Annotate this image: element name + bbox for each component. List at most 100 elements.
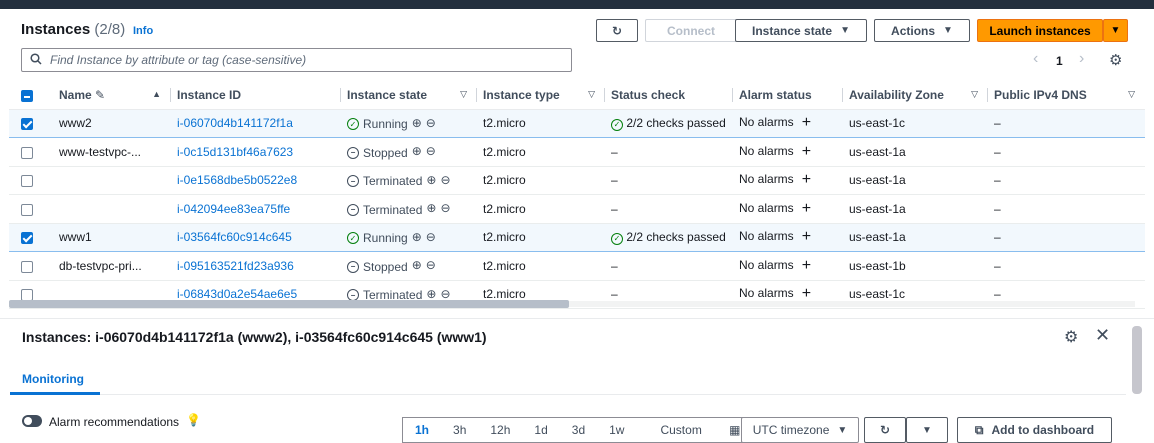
- col-status-check[interactable]: Status check: [605, 81, 733, 110]
- col-type-label: Instance type: [483, 87, 560, 102]
- add-alarm-icon[interactable]: +: [802, 114, 811, 131]
- chevron-down-icon: ▼: [922, 424, 932, 436]
- zoom-out-icon[interactable]: ⊖: [440, 201, 450, 215]
- range-12h[interactable]: 12h: [478, 423, 522, 437]
- range-3h[interactable]: 3h: [441, 423, 478, 437]
- row-checkbox[interactable]: [9, 166, 53, 195]
- range-1h[interactable]: 1h: [403, 423, 441, 437]
- add-alarm-icon[interactable]: +: [802, 200, 811, 217]
- vertical-scrollbar[interactable]: [1130, 322, 1144, 442]
- col-dns-label: Public IPv4 DNS: [994, 87, 1087, 102]
- public-dns: –: [988, 222, 1145, 252]
- horizontal-scrollbar[interactable]: [9, 299, 1145, 309]
- row-checkbox[interactable]: [9, 194, 53, 224]
- pagination-prev[interactable]: ‹: [1033, 50, 1038, 68]
- row-checkbox[interactable]: [9, 222, 53, 252]
- col-alarm-status[interactable]: Alarm status: [733, 81, 843, 110]
- table-row[interactable]: i-042094ee83ea75ffe − Terminated ⊕ ⊖ t2.micro…: [9, 194, 1145, 224]
- refresh-options-button[interactable]: ▼: [906, 417, 948, 443]
- row-checkbox[interactable]: [9, 251, 53, 281]
- select-all-checkbox[interactable]: [9, 81, 53, 110]
- col-instance-id[interactable]: Instance ID: [171, 81, 341, 110]
- alarm-status-text: No alarms: [739, 200, 794, 215]
- chevron-down-icon: ▼: [1110, 25, 1121, 36]
- table-row[interactable]: www2 i-06070d4b141172f1a ✓ Running ⊕ ⊖ t2.micr…: [9, 108, 1145, 138]
- row-checkbox[interactable]: [9, 137, 53, 167]
- zoom-in-icon[interactable]: ⊕: [426, 173, 436, 187]
- table-row[interactable]: www-testvpc-... i-0c15d131bf46a7623− Stopp…: [9, 137, 1145, 167]
- status-check-text: –: [611, 201, 618, 216]
- instance-state-button[interactable]: Instance state ▼: [735, 19, 867, 42]
- availability-zone: us-east-1a: [843, 222, 988, 252]
- actions-button[interactable]: Actions ▼: [874, 19, 970, 42]
- col-name[interactable]: Name ✎ ▲: [53, 81, 171, 110]
- zoom-in-icon[interactable]: ⊕: [412, 144, 422, 158]
- status-check-cell: –: [605, 137, 733, 167]
- instance-id-link[interactable]: i-042094ee83ea75ffe: [171, 194, 341, 224]
- col-name-label: Name: [59, 87, 92, 102]
- detail-panel: Instances: i-06070d4b141172f1a (www2), i…: [0, 318, 1154, 443]
- zoom-in-icon[interactable]: ⊕: [412, 258, 422, 272]
- col-instance-state[interactable]: Instance state ▽: [341, 81, 477, 110]
- launch-dropdown-button[interactable]: ▼: [1103, 19, 1128, 42]
- instance-id-link[interactable]: i-0e1568dbe5b0522e8: [171, 166, 341, 195]
- alarm-status-text: No alarms: [739, 115, 794, 130]
- state-label: Running: [363, 117, 408, 131]
- alarm-recommendations-toggle[interactable]: [22, 415, 42, 427]
- zoom-out-icon[interactable]: ⊖: [426, 258, 436, 272]
- instances-panel: Instances (2/8) Info ↻ Connect Instance …: [9, 9, 1145, 312]
- timezone-select[interactable]: UTC timezone ▼: [741, 417, 859, 443]
- zoom-out-icon[interactable]: ⊖: [426, 230, 436, 244]
- add-alarm-icon[interactable]: +: [802, 143, 811, 160]
- lightbulb-icon: 💡: [186, 413, 201, 427]
- gear-icon[interactable]: ⚙: [1064, 327, 1078, 347]
- state-label: Stopped: [363, 145, 408, 160]
- table-row[interactable]: www1 i-03564fc60c914c645 ✓ Running ⊕ ⊖ t2.micr…: [9, 222, 1145, 252]
- instance-id-link[interactable]: i-06070d4b141172f1a: [171, 108, 341, 138]
- range-1d[interactable]: 1d: [522, 423, 559, 437]
- pencil-icon: ✎: [95, 87, 106, 102]
- scrollbar-thumb[interactable]: [1132, 326, 1142, 394]
- zoom-out-icon[interactable]: ⊖: [426, 144, 436, 158]
- zoom-in-icon[interactable]: ⊕: [426, 201, 436, 215]
- refresh-button[interactable]: ↻: [596, 19, 638, 42]
- range-custom-label: Custom: [660, 423, 702, 437]
- search-input[interactable]: Find Instance by attribute or tag (case-…: [21, 48, 572, 72]
- col-instance-type[interactable]: Instance type ▽: [477, 81, 605, 110]
- pagination-page[interactable]: 1: [1056, 54, 1063, 68]
- row-checkbox[interactable]: [9, 108, 53, 138]
- zoom-out-icon[interactable]: ⊖: [426, 116, 436, 130]
- zoom-in-icon[interactable]: ⊕: [412, 116, 422, 130]
- range-3d[interactable]: 3d: [560, 423, 597, 437]
- add-alarm-icon[interactable]: +: [802, 257, 811, 274]
- add-alarm-icon[interactable]: +: [802, 228, 811, 245]
- instance-id-link[interactable]: i-0c15d131bf46a7623: [171, 137, 341, 167]
- check-circle-icon: ✓: [611, 232, 623, 245]
- table-row[interactable]: i-0e1568dbe5b0522e8− Terminated ⊕ ⊖ t2.micro…: [9, 166, 1145, 195]
- search-placeholder: Find Instance by attribute or tag (case-…: [50, 53, 307, 67]
- scrollbar-thumb[interactable]: [9, 300, 569, 308]
- table-row[interactable]: db-testvpc-pri... i-095163521fd23a936− Sto…: [9, 251, 1145, 281]
- launch-instances-button[interactable]: Launch instances: [977, 19, 1103, 42]
- connect-button[interactable]: Connect: [645, 19, 737, 42]
- col-availability-zone[interactable]: Availability Zone ▽: [843, 81, 988, 110]
- zoom-in-icon[interactable]: ⊕: [412, 230, 422, 244]
- instance-id-link[interactable]: i-03564fc60c914c645: [171, 222, 341, 252]
- zoom-out-icon[interactable]: ⊖: [440, 173, 450, 187]
- chevron-down-icon: ▼: [837, 424, 848, 436]
- selection-count: (2/8): [94, 21, 126, 38]
- tab-monitoring[interactable]: Monitoring: [22, 372, 84, 386]
- close-icon[interactable]: ✕: [1095, 325, 1110, 346]
- range-1w[interactable]: 1w: [597, 423, 636, 437]
- add-alarm-icon[interactable]: +: [802, 171, 811, 188]
- col-public-dns[interactable]: Public IPv4 DNS ▽: [988, 81, 1145, 110]
- settings-gear-icon[interactable]: ⚙: [1109, 51, 1122, 69]
- availability-zone: us-east-1b: [843, 251, 988, 281]
- info-link[interactable]: Info: [133, 25, 153, 37]
- add-to-dashboard-button[interactable]: ⧉ Add to dashboard: [957, 417, 1112, 443]
- refresh-metrics-button[interactable]: ↻: [864, 417, 906, 443]
- instance-id-link[interactable]: i-095163521fd23a936: [171, 251, 341, 281]
- alarm-status-text: No alarms: [739, 143, 794, 158]
- pagination-next[interactable]: ›: [1079, 50, 1084, 68]
- instance-type: t2.micro: [477, 108, 605, 138]
